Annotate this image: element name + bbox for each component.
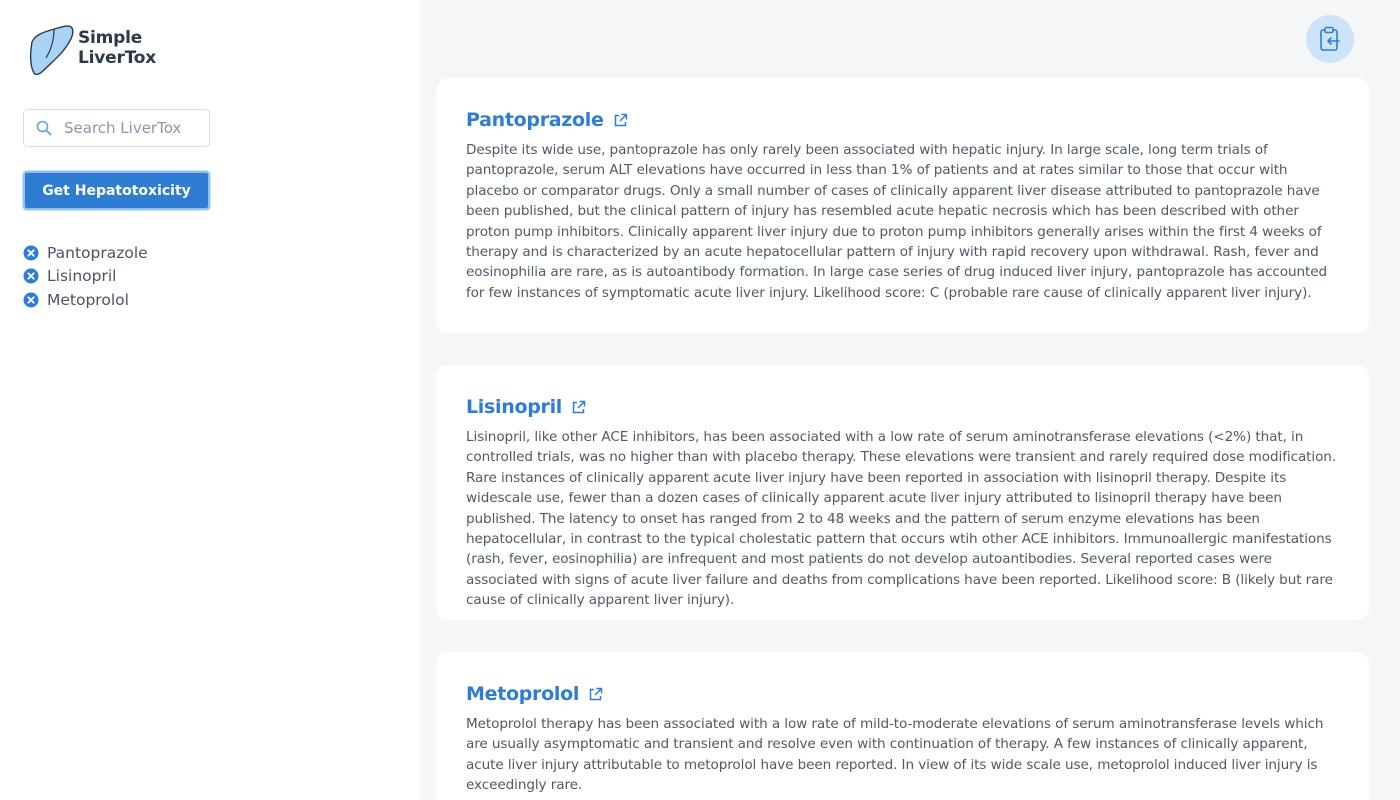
- remove-icon[interactable]: [23, 292, 39, 308]
- result-summary: Metoprolol therapy has been associated w…: [466, 716, 1324, 794]
- sidebar: Simple LiverTox Get Hepatotoxicity Panto…: [0, 0, 420, 800]
- liver-icon: [29, 25, 74, 76]
- logo[interactable]: Simple LiverTox: [24, 24, 156, 76]
- copy-button[interactable]: [1306, 15, 1354, 63]
- get-hepatotoxicity-button[interactable]: Get Hepatotoxicity: [23, 171, 210, 210]
- external-link-icon[interactable]: [588, 687, 603, 702]
- clipboard-icon: [1320, 26, 1340, 51]
- remove-icon[interactable]: [23, 245, 39, 261]
- selected-drug-name: Lisinopril: [47, 267, 117, 286]
- external-link-icon[interactable]: [613, 113, 628, 128]
- result-title-link[interactable]: Pantoprazole: [466, 109, 604, 131]
- logo-text-line2: LiverTox: [78, 48, 157, 68]
- result-title-link[interactable]: Metoprolol: [466, 683, 579, 705]
- result-card-metoprolol: Metoprolol Metoprolol therapy has been a…: [436, 652, 1369, 800]
- selected-drug-item: Lisinopril: [23, 265, 148, 289]
- search-box[interactable]: [23, 109, 210, 147]
- result-summary: Despite its wide use, pantoprazole has o…: [466, 142, 1328, 301]
- selected-drug-name: Metoprolol: [47, 290, 129, 309]
- result-card-pantoprazole: Pantoprazole Despite its wide use, panto…: [436, 78, 1369, 333]
- selected-drug-item: Metoprolol: [23, 288, 148, 312]
- selected-drug-name: Pantoprazole: [47, 243, 148, 262]
- results-panel: Pantoprazole Despite its wide use, panto…: [420, 0, 1400, 800]
- result-summary: Lisinopril, like other ACE inhibitors, h…: [466, 429, 1337, 609]
- result-card-lisinopril: Lisinopril Lisinopril, like other ACE in…: [436, 365, 1369, 620]
- search-input[interactable]: [64, 119, 204, 137]
- external-link-icon[interactable]: [571, 400, 586, 415]
- selected-drug-item: Pantoprazole: [23, 241, 148, 265]
- result-title-link[interactable]: Lisinopril: [466, 396, 562, 418]
- search-icon: [36, 120, 52, 136]
- selected-drug-list: Pantoprazole Lisinopril Metoprolol: [23, 241, 148, 312]
- logo-text-line1: Simple: [78, 28, 143, 48]
- remove-icon[interactable]: [23, 268, 39, 284]
